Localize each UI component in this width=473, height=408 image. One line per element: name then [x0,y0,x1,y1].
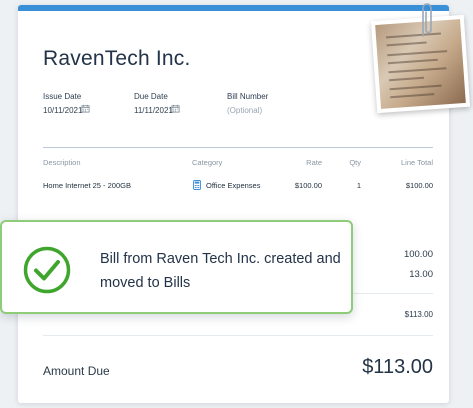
column-header-line-total: Line Total [401,158,433,167]
total-value: $113.00 [404,310,433,319]
subtotal-value: 100.00 [403,249,433,260]
check-circle-icon [23,246,71,294]
due-date-label: Due Date [134,92,168,101]
due-date-field[interactable]: 11/11/2021 [134,106,173,115]
amount-due-value: $113.00 [362,356,433,378]
issue-date-label: Issue Date [43,92,82,101]
line-item-category: Office Expenses [206,181,261,190]
column-header-qty: Qty [349,158,361,167]
success-toast: Bill from Raven Tech Inc. created and mo… [0,220,353,314]
tax-value: 13.00 [409,269,433,280]
line-item-description: Home Internet 25 - 200GB [43,181,131,190]
column-header-rate: Rate [306,158,322,167]
amount-due-divider [43,335,433,336]
column-header-description: Description [43,158,81,167]
line-item-qty: 1 [356,181,361,190]
calendar-icon[interactable] [171,104,180,113]
toast-message: Bill from Raven Tech Inc. created and mo… [100,251,341,291]
table-top-divider [43,147,433,148]
column-header-category: Category [192,158,223,167]
calendar-icon[interactable] [81,104,90,113]
line-item-total: $100.00 [405,181,433,190]
issue-date-field[interactable]: 10/11/2021 [43,106,82,115]
amount-due-label: Amount Due [43,364,110,378]
bill-number-field[interactable]: (Optional) [227,106,262,115]
paperclip-icon [422,3,432,37]
calculator-icon [193,180,201,190]
vendor-name: RavenTech Inc. [43,47,191,70]
line-item-rate: $100.00 [294,181,322,190]
bill-number-label: Bill Number [227,92,269,101]
